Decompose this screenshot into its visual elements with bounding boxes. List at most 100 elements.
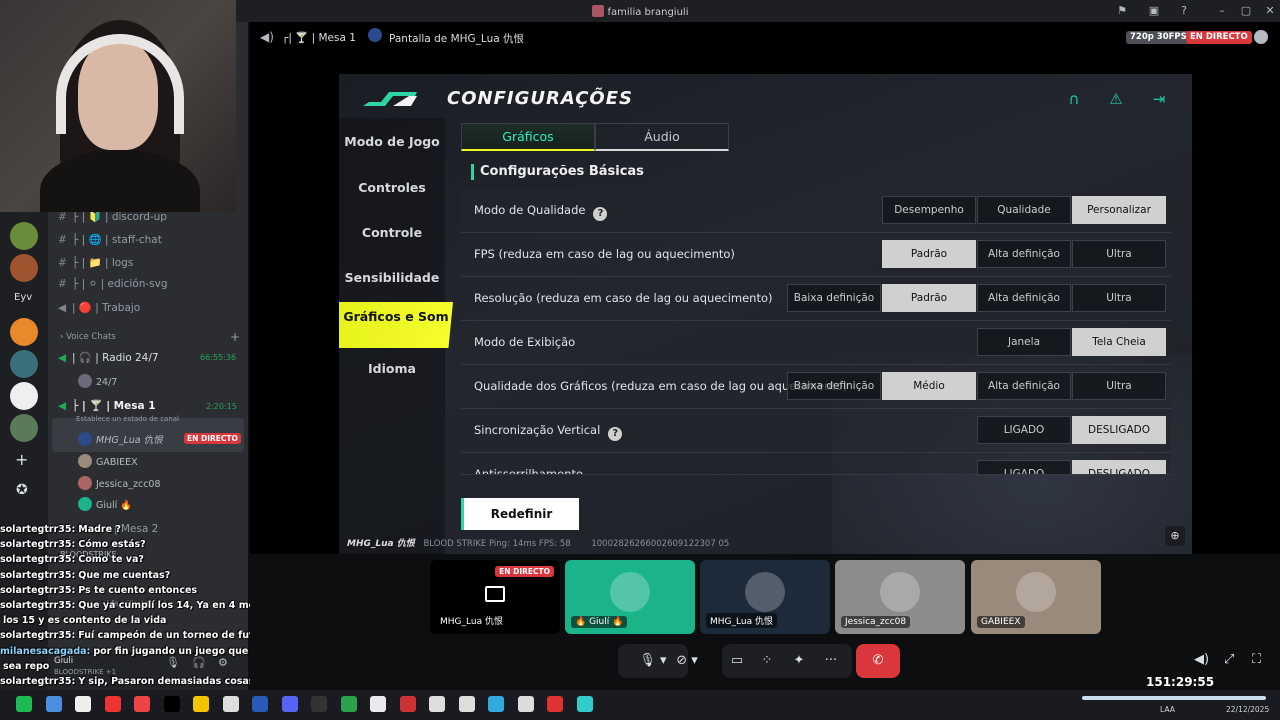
steam-icon[interactable] [370, 696, 386, 712]
spotify-icon[interactable] [16, 696, 32, 712]
option-button[interactable]: Baixa definição [787, 284, 881, 312]
channel-item[interactable]: # ├ | 🌐 | staff-chat [58, 233, 162, 253]
option-button[interactable]: Ultra [1072, 284, 1166, 312]
folder-icon[interactable] [193, 696, 209, 712]
menu-graficos-e-som[interactable]: Gráficos e Som [339, 302, 453, 348]
option-button[interactable]: Alta definição [977, 284, 1071, 312]
help-icon[interactable]: ? [593, 207, 608, 221]
epic-icon[interactable] [311, 696, 327, 712]
menu-controles[interactable]: Controles [339, 166, 445, 210]
volume-icon[interactable]: ◀) [1194, 652, 1209, 667]
option-button[interactable]: Padrão [882, 284, 976, 312]
menu-sensibilidade[interactable]: Sensibilidade [339, 256, 445, 300]
brave-icon[interactable] [104, 696, 121, 712]
leave-call-button[interactable]: ✆ [856, 644, 900, 678]
minimize-button[interactable]: – [1214, 3, 1230, 19]
chat-toggle-icon[interactable] [1254, 30, 1268, 44]
server-label[interactable]: Eyv [14, 292, 32, 303]
option-button[interactable]: Qualidade [977, 196, 1071, 224]
inbox-icon[interactable]: ▣ [1146, 3, 1162, 19]
exit-icon[interactable]: ⇥ [1150, 90, 1168, 108]
add-channel-icon[interactable]: + [230, 330, 240, 344]
settings-icon[interactable] [429, 696, 445, 712]
option-button[interactable]: Ultra [1072, 372, 1166, 400]
participant-tile[interactable]: MHG_Lua 仇恨 EN DIRECTO [430, 560, 560, 634]
app-icon[interactable] [458, 696, 475, 712]
option-button[interactable]: LIGADO [977, 460, 1071, 474]
menu-idioma[interactable]: Idioma [339, 347, 445, 391]
activities-icon[interactable]: ⁘ [756, 644, 778, 678]
menu-controle[interactable]: Controle [339, 211, 445, 255]
add-server-icon[interactable]: + [15, 450, 28, 469]
language-indicator[interactable]: LAA [1160, 705, 1175, 714]
headset-icon[interactable]: ∩ [1065, 90, 1083, 108]
fullscreen-icon[interactable]: ⛶ [1252, 652, 1261, 667]
taskbar-date[interactable]: 22/12/2025 [1226, 705, 1269, 714]
voice-user[interactable]: Giulí 🔥 [78, 497, 132, 515]
warning-icon[interactable]: ⚠ [1107, 90, 1125, 108]
voice-user[interactable]: GABIEEX [78, 454, 138, 472]
option-button[interactable]: DESLIGADO [1072, 460, 1166, 474]
voice-user[interactable]: MHG_Lua 仇恨 [78, 432, 163, 450]
option-button[interactable]: Janela [977, 328, 1071, 356]
voice-user[interactable]: 24/7 [78, 374, 117, 392]
server-icon[interactable] [10, 350, 38, 378]
server-icon[interactable] [10, 318, 38, 346]
option-button[interactable]: Médio [882, 372, 976, 400]
option-button[interactable]: Alta definição [977, 240, 1071, 268]
tab-graficos[interactable]: Gráficos [461, 123, 595, 151]
maximize-button[interactable]: ▢ [1238, 3, 1254, 19]
participant-tile[interactable]: GABIEEX [971, 560, 1101, 634]
tab-audio[interactable]: Áudio [595, 123, 729, 151]
channel-item[interactable]: # ├ | ⚪ | edición-svg [58, 278, 168, 298]
participant-tile[interactable]: 🔥 Giulí 🔥 [565, 560, 695, 634]
option-button[interactable]: Ultra [1072, 240, 1166, 268]
discord-icon[interactable] [281, 696, 298, 712]
option-button[interactable]: LIGADO [977, 416, 1071, 444]
voice-user[interactable]: Jessica_zcc08 [78, 476, 161, 494]
option-button[interactable]: DESLIGADO [1072, 416, 1166, 444]
participant-tile[interactable]: MHG_Lua 仇恨 [700, 560, 830, 634]
app-icon[interactable] [45, 696, 62, 712]
app-icon[interactable] [222, 696, 239, 712]
help-icon[interactable]: ? [1176, 3, 1192, 19]
option-button[interactable]: Baixa definição [787, 372, 881, 400]
zoom-icon[interactable]: ⊕ [1165, 526, 1185, 546]
channel-status[interactable]: Establece un estado de canal [76, 415, 179, 423]
app-icon[interactable] [399, 696, 416, 712]
explore-icon[interactable]: ✪ [16, 482, 28, 498]
server-icon[interactable] [10, 382, 38, 410]
close-button[interactable]: ✕ [1262, 3, 1278, 19]
more-icon[interactable]: ··· [820, 644, 842, 678]
option-button[interactable]: Tela Cheia [1072, 328, 1166, 356]
chrome-icon[interactable] [340, 696, 357, 712]
app-icon[interactable] [576, 696, 593, 712]
option-button[interactable]: Personalizar [1072, 196, 1166, 224]
photoshop-icon[interactable] [252, 696, 268, 712]
participant-tile[interactable]: Jessica_zcc08 [835, 560, 965, 634]
soundboard-icon[interactable]: ✦ [788, 644, 810, 678]
reset-button[interactable]: Redefinir [461, 498, 579, 530]
menu-modo-de-jogo[interactable]: Modo de Jogo [339, 120, 445, 164]
server-icon[interactable] [10, 414, 38, 442]
voice-category[interactable]: › Voice Chats [60, 332, 116, 352]
stream-channel-name[interactable]: ┌| 🍸 | Mesa 1 [282, 31, 356, 44]
help-icon[interactable]: ? [608, 427, 623, 441]
chrome-icon[interactable] [488, 696, 504, 712]
screen-share-icon[interactable]: ▭ [726, 644, 748, 678]
notepad-icon[interactable] [75, 696, 91, 712]
server-icon[interactable] [10, 222, 38, 250]
server-icon[interactable] [10, 254, 38, 282]
channel-item[interactable]: # ├ | 📁 | logs [58, 256, 133, 276]
app-icon[interactable] [547, 696, 563, 712]
option-button[interactable]: Padrão [882, 240, 976, 268]
tiktok-icon[interactable] [163, 696, 180, 712]
option-button[interactable]: Desempenho [882, 196, 976, 224]
app-icon[interactable] [134, 696, 150, 712]
camera-button[interactable]: ⊘ ▾ [664, 644, 710, 678]
app-icon[interactable] [517, 696, 534, 712]
flag-icon[interactable]: ⚑ [1114, 3, 1130, 19]
option-button[interactable]: Alta definição [977, 372, 1071, 400]
channel-item[interactable]: ◀ | 🔴 | Trabajo [58, 301, 140, 321]
popout-icon[interactable]: ⤢ [1224, 652, 1234, 667]
